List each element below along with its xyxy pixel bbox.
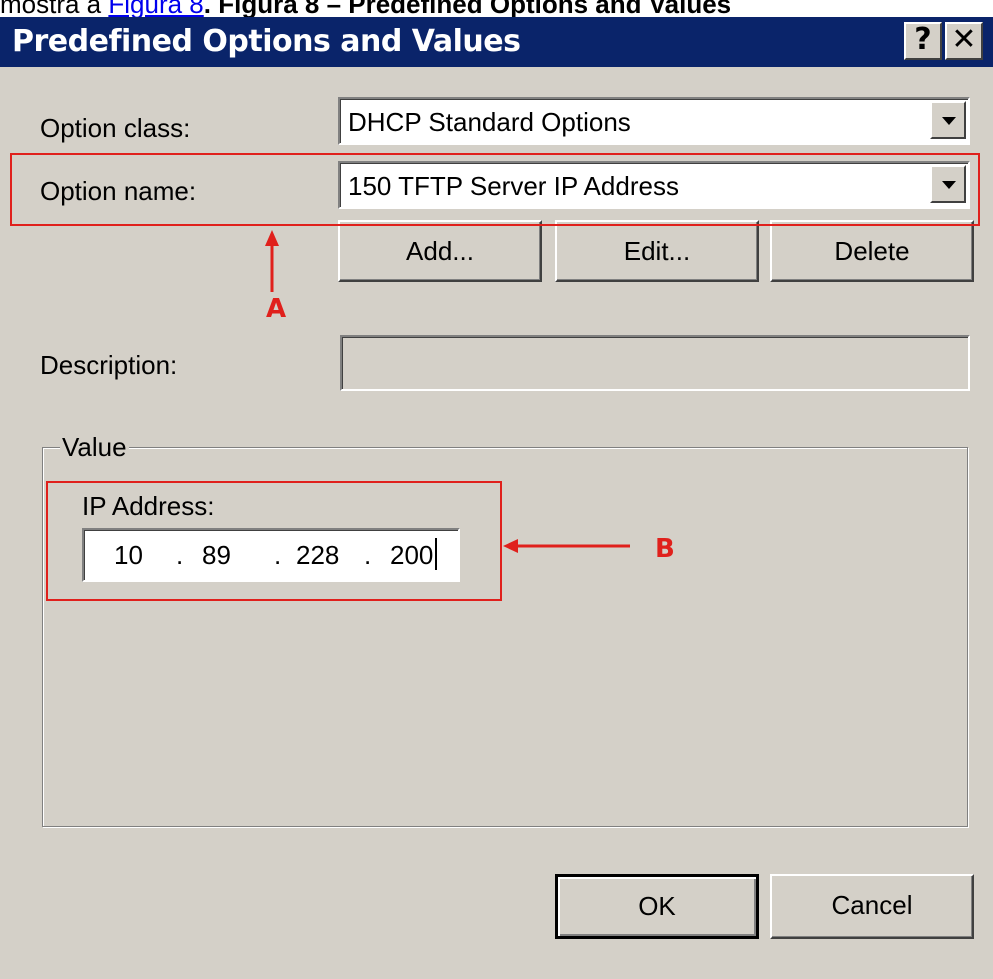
annotation-arrows (265, 230, 630, 553)
arrow-left-icon (503, 539, 630, 553)
arrow-up-icon (265, 230, 279, 292)
